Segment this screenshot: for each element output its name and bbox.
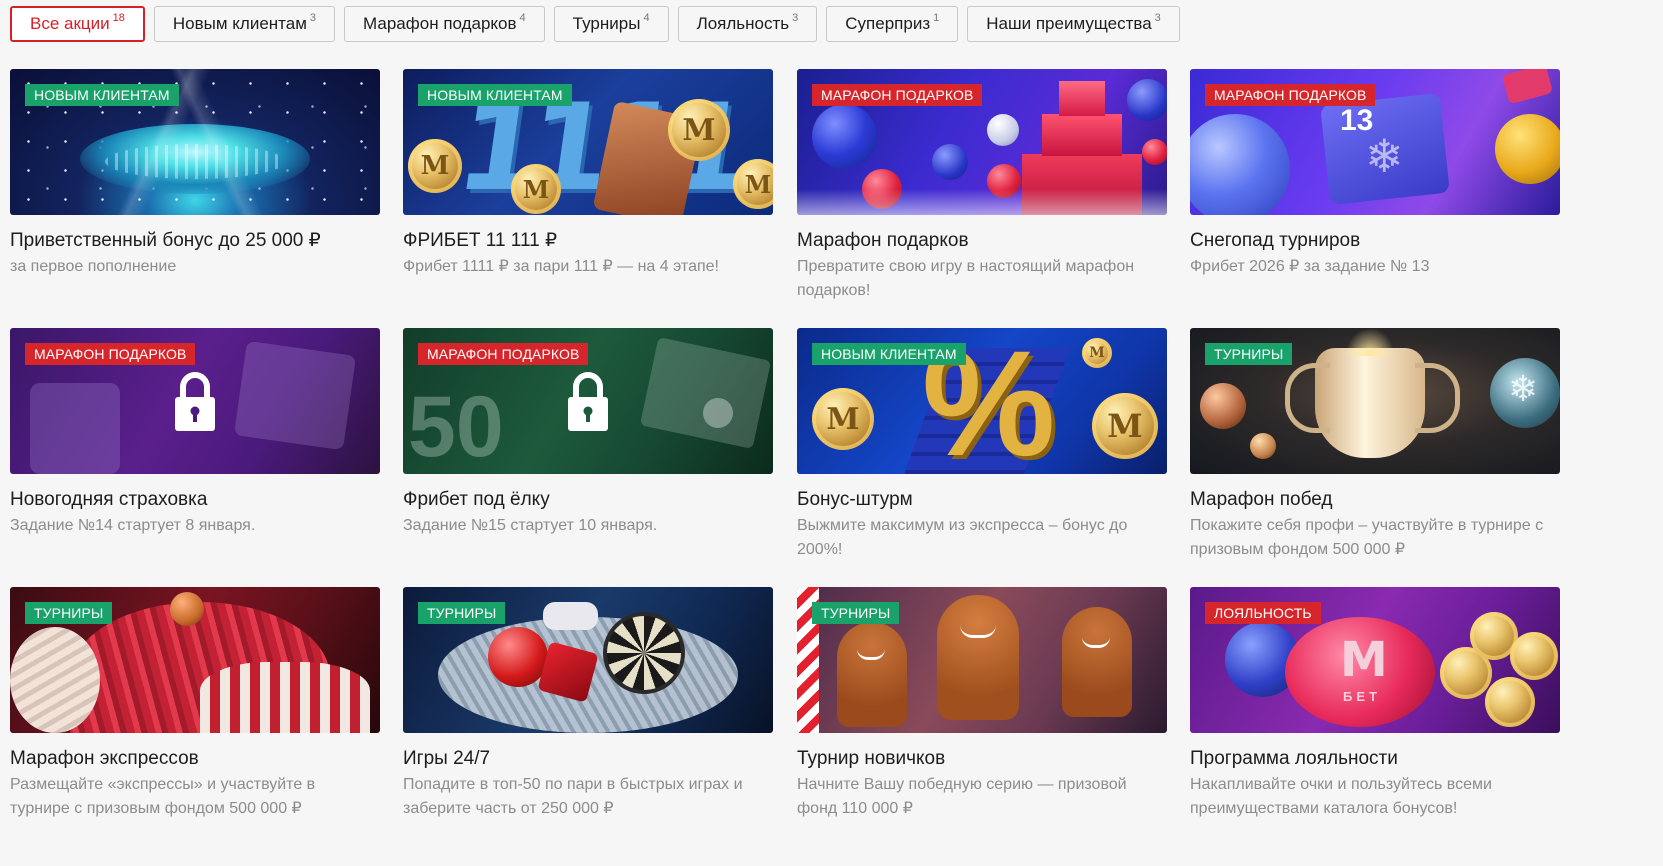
tab-all[interactable]: Все акции 18 (10, 6, 145, 42)
promo-title: Приветственный бонус до 25 000 ₽ (10, 230, 321, 251)
coin-stack-icon (1485, 677, 1535, 727)
snowflake-icon: ❄ (1365, 130, 1404, 182)
piggy-brand-letter: M (1340, 632, 1388, 688)
promo-description: Задание №15 стартует 10 января. (403, 517, 658, 534)
tab-new-clients[interactable]: Новым клиентам 3 (153, 6, 336, 42)
promo-banner-image: ТУРНИРЫ (10, 587, 380, 733)
promo-title: Марафон подарков (797, 230, 969, 251)
promo-title: Программа лояльности (1190, 748, 1398, 769)
promo-tag: ЛОЯЛЬНОСТЬ (1205, 602, 1321, 624)
tab-count: 3 (792, 12, 799, 24)
promo-description: Начните Вашу победную серию — призовой ф… (797, 776, 1127, 817)
promo-description: Попадите в топ-50 по пари в быстрых игра… (403, 776, 743, 817)
tab-label: Наши преимущества (986, 14, 1152, 33)
coin-icon: M (668, 99, 730, 161)
promo-filter-tabs: Все акции 18 Новым клиентам 3 Марафон по… (10, 6, 1180, 42)
tab-label: Новым клиентам (172, 14, 307, 33)
promo-tag: ТУРНИРЫ (418, 602, 506, 624)
tab-label: Все акции (30, 14, 110, 33)
promo-description: Задание №14 стартует 8 января. (10, 517, 256, 534)
promo-title: Турнир новичков (797, 748, 946, 769)
promo-description: за первое пополнение (10, 258, 177, 275)
promo-title: Марафон побед (1190, 489, 1333, 510)
promo-tag: МАРАФОН ПОДАРКОВ (418, 343, 589, 365)
promo-title: Фрибет под ёлку (403, 489, 550, 510)
tab-count: 3 (1154, 12, 1161, 24)
promo-title: ФРИБЕТ 11 111 ₽ (403, 230, 558, 251)
coin-icon: M (408, 139, 462, 193)
promo-description: Выжмите максимум из экспресса – бонус до… (797, 517, 1128, 558)
promo-tag: НОВЫМ КЛИЕНТАМ (418, 84, 572, 106)
tab-count: 4 (519, 12, 526, 24)
promo-card-games-24-7[interactable]: ТУРНИРЫ Игры 24/7 Попадите в топ-50 по п… (403, 587, 773, 837)
promo-tag: МАРАФОН ПОДАРКОВ (812, 84, 983, 106)
promo-tag: ТУРНИРЫ (1205, 343, 1293, 365)
promo-tag: МАРАФОН ПОДАРКОВ (1205, 84, 1376, 106)
tab-gift-marathon[interactable]: Марафон подарков 4 (344, 6, 545, 42)
lock-icon (175, 372, 215, 431)
tab-count: 18 (112, 12, 125, 24)
promo-card-snowfall-tournaments[interactable]: 13 ❄ МАРАФОН ПОДАРКОВ Снегопад турниров … (1190, 69, 1560, 319)
promo-title: Марафон экспрессов (10, 748, 199, 769)
coin-icon: M (511, 164, 561, 214)
tab-count: 3 (309, 12, 317, 24)
tab-superprize[interactable]: Суперприз 1 (826, 6, 959, 42)
fifty-text: 50 (408, 379, 504, 474)
promo-card-freebet-tree[interactable]: 50 МАРАФОН ПОДАРКОВ Фрибет под ёлку Зада… (403, 328, 773, 578)
tab-label: Марафон подарков (363, 14, 517, 33)
lock-icon (568, 372, 608, 431)
coin-stack-icon (1510, 632, 1558, 680)
promo-banner-image: % M M M НОВЫМ КЛИЕНТАМ (797, 328, 1167, 474)
tab-count: 4 (643, 12, 650, 24)
promo-banner-image: 13 ❄ МАРАФОН ПОДАРКОВ (1190, 69, 1560, 215)
promo-banner-image: 50 МАРАФОН ПОДАРКОВ (403, 328, 773, 474)
tab-label: Суперприз (845, 14, 931, 33)
promo-banner-image: ТУРНИРЫ (797, 587, 1167, 733)
promo-card-loyalty-program[interactable]: M БЕТ ЛОЯЛЬНОСТЬ Программа лояльности На… (1190, 587, 1560, 837)
promo-tag: МАРАФОН ПОДАРКОВ (25, 343, 196, 365)
promo-card-newbie-tournament[interactable]: ТУРНИРЫ Турнир новичков Начните Вашу поб… (797, 587, 1167, 837)
promo-tag: НОВЫМ КЛИЕНТАМ (25, 84, 179, 106)
promo-banner-image: ТУРНИРЫ (403, 587, 773, 733)
promo-tag: НОВЫМ КЛИЕНТАМ (812, 343, 966, 365)
promo-banner-image: ❄ ТУРНИРЫ (1190, 328, 1560, 474)
tab-label: Лояльность (696, 14, 790, 33)
tab-tournaments[interactable]: Турниры 4 (553, 6, 669, 42)
promo-tag: ТУРНИРЫ (812, 602, 900, 624)
promo-banner-image: МАРАФОН ПОДАРКОВ (797, 69, 1167, 215)
promo-title: Снегопад турниров (1190, 230, 1361, 251)
promo-card-new-year-insurance[interactable]: МАРАФОН ПОДАРКОВ Новогодняя страховка За… (10, 328, 380, 578)
tab-loyalty[interactable]: Лояльность 3 (677, 6, 818, 42)
promo-card-freebet-11111[interactable]: 1111 M M M M НОВЫМ КЛИЕНТАМ ФРИБЕТ 11 11… (403, 69, 773, 319)
promo-banner-image: НОВЫМ КЛИЕНТАМ (10, 69, 380, 215)
coin-icon: M (1092, 393, 1158, 459)
promo-description: Фрибет 2026 ₽ за задание № 13 (1190, 258, 1430, 275)
promo-title: Бонус-штурм (797, 489, 913, 510)
promo-title: Игры 24/7 (403, 748, 491, 769)
promo-description: Размещайте «экспрессы» и участвуйте в ту… (10, 776, 316, 817)
tab-label: Турниры (572, 14, 641, 33)
tab-count: 1 (933, 12, 940, 24)
promo-tag: ТУРНИРЫ (25, 602, 113, 624)
piggy-brand-sub: БЕТ (1343, 689, 1381, 704)
coin-icon: M (733, 159, 773, 209)
tab-advantages[interactable]: Наши преимущества 3 (967, 6, 1180, 42)
snowflake-icon: ❄ (1508, 368, 1539, 409)
promo-card-victory-marathon[interactable]: ❄ ТУРНИРЫ Марафон побед Покажите себя пр… (1190, 328, 1560, 578)
promo-card-welcome-bonus[interactable]: НОВЫМ КЛИЕНТАМ Приветственный бонус до 2… (10, 69, 380, 319)
promo-grid: НОВЫМ КЛИЕНТАМ Приветственный бонус до 2… (10, 69, 1653, 866)
promo-banner-image: МАРАФОН ПОДАРКОВ (10, 328, 380, 474)
promo-card-gift-marathon[interactable]: МАРАФОН ПОДАРКОВ Марафон подарков Превра… (797, 69, 1167, 319)
promo-card-bonus-storm[interactable]: % M M M НОВЫМ КЛИЕНТАМ Бонус-штурм Выжми… (797, 328, 1167, 578)
promo-description: Фрибет 1111 ₽ за пари 111 ₽ — на 4 этапе… (403, 258, 719, 275)
promo-description: Превратите свою игру в настоящий марафон… (797, 258, 1135, 299)
promo-card-express-marathon[interactable]: ТУРНИРЫ Марафон экспрессов Размещайте «э… (10, 587, 380, 837)
promo-description: Накапливайте очки и пользуйтесь всеми пр… (1190, 776, 1492, 817)
coin-icon: M (812, 388, 874, 450)
promo-description: Покажите себя профи – участвуйте в турни… (1190, 517, 1544, 558)
promo-banner-image: 1111 M M M M НОВЫМ КЛИЕНТАМ (403, 69, 773, 215)
promo-banner-image: M БЕТ ЛОЯЛЬНОСТЬ (1190, 587, 1560, 733)
coin-icon: M (1082, 338, 1112, 368)
promo-title: Новогодняя страховка (10, 489, 208, 510)
